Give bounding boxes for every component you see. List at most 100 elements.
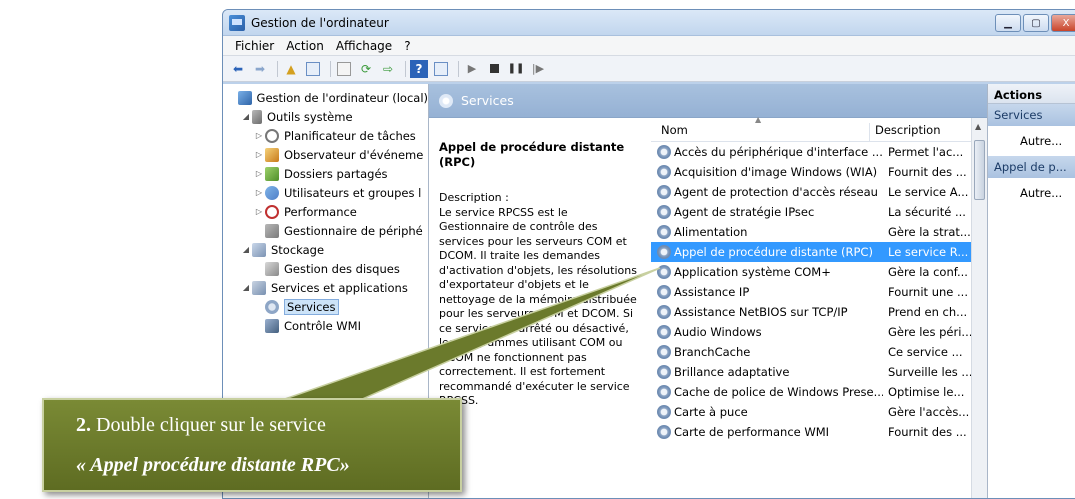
menu-fichier[interactable]: Fichier — [229, 39, 280, 53]
service-row[interactable]: Assistance IP Fournit une ... — [651, 282, 987, 302]
toolbar-separator — [277, 60, 278, 77]
tree-item[interactable]: ◢ Services et applications — [223, 278, 428, 297]
expander-icon[interactable]: ◢ — [240, 112, 252, 121]
toolbar: ⬅ ➡ ▲ ⟳ ⇨ ? ▶ ❚❚ |▶ — [223, 56, 1075, 82]
up-folder-icon[interactable]: ▲ — [282, 60, 300, 78]
minimize-button[interactable]: ▁ — [995, 14, 1021, 32]
service-description: Fournit des ... — [888, 165, 967, 179]
service-description: Permet l'ac... — [888, 145, 964, 159]
tree-item[interactable]: ▷ Dossiers partagés — [223, 164, 428, 183]
tree-item[interactable]: ◢ Stockage — [223, 240, 428, 259]
service-row[interactable]: Alimentation Gère la strat... — [651, 222, 987, 242]
computer-icon — [237, 90, 252, 105]
tree-item[interactable]: ▷ Observateur d'événeme — [223, 145, 428, 164]
service-row[interactable]: Carte à puce Gère l'accès... — [651, 402, 987, 422]
actions-item-other-rpc[interactable]: Autre... — [988, 178, 1075, 208]
menu-help[interactable]: ? — [398, 39, 416, 53]
tree-item[interactable]: Gestion des disques — [223, 259, 428, 278]
actions-section-rpc[interactable]: Appel de p... — [988, 156, 1075, 178]
help-icon[interactable]: ? — [410, 59, 428, 78]
actions-item-other[interactable]: Autre... — [988, 126, 1075, 156]
actions-section-services[interactable]: Services — [988, 104, 1075, 126]
service-gear-icon — [657, 405, 671, 419]
toolbar-separator — [458, 60, 459, 77]
menu-action[interactable]: Action — [280, 39, 330, 53]
service-description: Gère la conf... — [888, 265, 968, 279]
tree-item-label: Stockage — [271, 242, 325, 257]
tree-item-label: Services — [284, 298, 339, 315]
service-row[interactable]: Agent de stratégie IPsec La sécurité ... — [651, 202, 987, 222]
service-description: Le service A... — [888, 185, 969, 199]
action-pane-icon[interactable] — [432, 60, 450, 78]
service-row[interactable]: Appel de procédure distante (RPC) Le serv… — [651, 242, 987, 262]
tree-item[interactable]: Gestionnaire de périphé — [223, 221, 428, 240]
service-row[interactable]: Audio Windows Gère les péri... — [651, 322, 987, 342]
services-apps-icon — [252, 280, 266, 295]
gear-icon — [265, 299, 279, 314]
callout-instruction: Double cliquer sur le service — [96, 414, 326, 436]
service-name: Appel de procédure distante (RPC) — [674, 245, 873, 259]
service-row[interactable]: Cache de police de Windows Prese... Optim… — [651, 382, 987, 402]
service-row[interactable]: Carte de performance WMI Fournit des ... — [651, 422, 987, 442]
close-button[interactable]: X — [1051, 14, 1075, 32]
tree-item-label: Observateur d'événeme — [284, 147, 424, 162]
refresh-icon[interactable]: ⟳ — [357, 60, 375, 78]
pause-service-icon[interactable]: ❚❚ — [507, 60, 525, 78]
service-name: Accès du périphérique d'interface ... — [674, 145, 883, 159]
services-header: Services — [429, 84, 987, 118]
scrollbar-thumb[interactable] — [974, 140, 985, 200]
service-name: Application système COM+ — [674, 265, 831, 279]
back-arrow-icon[interactable]: ⬅ — [229, 60, 247, 78]
tree-item-label: Contrôle WMI — [284, 318, 361, 333]
selected-service-title: Appel de procédure distante (RPC) — [439, 140, 625, 169]
export-icon[interactable]: ⇨ — [379, 60, 397, 78]
menu-affichage[interactable]: Affichage — [330, 39, 398, 53]
service-row[interactable]: BranchCache Ce service ... — [651, 342, 987, 362]
tree-item[interactable]: ▷ Performance — [223, 202, 428, 221]
expander-icon[interactable]: ▷ — [253, 188, 265, 197]
forward-arrow-icon[interactable]: ➡ — [251, 60, 269, 78]
tree-item[interactable]: ▷ Planificateur de tâches — [223, 126, 428, 145]
service-name: Cache de police de Windows Prese... — [674, 385, 883, 399]
expander-icon[interactable]: ▷ — [253, 131, 265, 140]
expander-icon[interactable]: ▷ — [253, 169, 265, 178]
service-gear-icon — [657, 225, 671, 239]
column-header-nom[interactable]: ▲ Nom — [651, 115, 869, 141]
tree-item[interactable]: Services — [223, 297, 428, 316]
scroll-up-icon[interactable]: ▲ — [975, 122, 981, 131]
stop-service-icon[interactable] — [485, 60, 503, 78]
instruction-callout: 2. Double cliquer sur le service « Appel… — [42, 398, 462, 492]
title-bar[interactable]: Gestion de l'ordinateur ▁ ▢ X — [223, 10, 1075, 36]
maximize-button[interactable]: ▢ — [1023, 14, 1049, 32]
show-tree-icon[interactable] — [304, 60, 322, 78]
service-name: Audio Windows — [674, 325, 762, 339]
vertical-scrollbar[interactable]: ▲ — [971, 118, 987, 498]
service-row[interactable]: Accès du périphérique d'interface ... Per… — [651, 142, 987, 162]
tree-item[interactable]: ▷ Utilisateurs et groupes l — [223, 183, 428, 202]
expander-icon[interactable]: ◢ — [240, 245, 252, 254]
service-name: Assistance IP — [674, 285, 750, 299]
tree-item-label: Gestionnaire de périphé — [284, 223, 423, 238]
service-description: La sécurité ... — [888, 205, 966, 219]
service-description: Gère les péri... — [888, 325, 973, 339]
service-row[interactable]: Agent de protection d'accès réseau Le ser… — [651, 182, 987, 202]
tree-item[interactable]: ◢ Outils système — [223, 107, 428, 126]
service-row[interactable]: Acquisition d'image Windows (WIA) Fournit… — [651, 162, 987, 182]
expander-icon[interactable]: ▷ — [253, 150, 265, 159]
service-row[interactable]: Brillance adaptative Surveille les ... — [651, 362, 987, 382]
service-row[interactable]: Application système COM+ Gère la conf... — [651, 262, 987, 282]
service-name: Acquisition d'image Windows (WIA) — [674, 165, 878, 179]
properties-icon[interactable] — [335, 60, 353, 78]
service-gear-icon — [657, 325, 671, 339]
column-header-description[interactable]: Description — [869, 123, 959, 141]
service-row[interactable]: Assistance NetBIOS sur TCP/IP Prend en ch… — [651, 302, 987, 322]
tree-item[interactable]: Contrôle WMI — [223, 316, 428, 335]
tree-item[interactable]: Gestion de l'ordinateur (local) — [223, 88, 428, 107]
cropped-text-strip: ‾‾‾‾‾‾‾‾‾‾‾‾‾‾‾‾‾‾‾‾ — [200, 0, 280, 8]
service-name: Agent de protection d'accès réseau — [674, 185, 878, 199]
expander-icon[interactable]: ▷ — [253, 207, 265, 216]
restart-service-icon[interactable]: |▶ — [529, 60, 547, 78]
expander-icon[interactable]: ◢ — [240, 283, 252, 292]
start-service-icon[interactable]: ▶ — [463, 60, 481, 78]
menu-bar: Fichier Action Affichage ? — [223, 36, 1075, 56]
